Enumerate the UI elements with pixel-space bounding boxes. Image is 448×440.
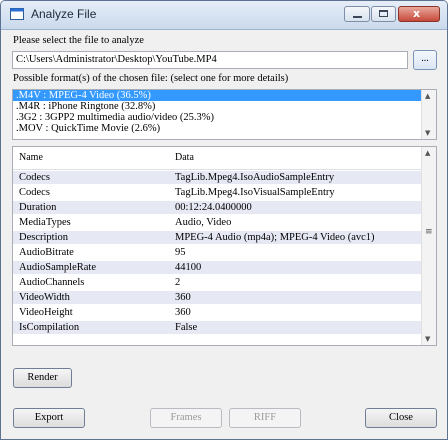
cell-name: Codecs (19, 172, 50, 183)
grid-header: Name Data (13, 147, 423, 170)
file-select-label: Please select the file to analyze (13, 35, 144, 46)
cell-data: 95 (175, 247, 186, 258)
cell-data: Audio, Video (175, 217, 232, 228)
cell-name: MediaTypes (19, 217, 71, 228)
minimize-icon (353, 16, 362, 18)
cell-data: False (175, 322, 198, 333)
table-row[interactable]: AudioSampleRate 44100 (13, 261, 423, 274)
column-header-name[interactable]: Name (19, 152, 43, 163)
analyze-file-window: Analyze File x Please select the file to… (0, 0, 448, 440)
cell-name: Duration (19, 202, 57, 213)
close-icon: x (413, 7, 421, 20)
details-grid: Name Data Codecs TagLib.Mpeg4.IsoAudioSam… (12, 146, 437, 346)
cell-name: Codecs (19, 187, 50, 198)
cell-data: TagLib.Mpeg4.IsoAudioSampleEntry (175, 172, 335, 183)
formats-list[interactable]: .M4V : MPEG-4 Video (36.5%) .M4R : iPhon… (12, 89, 437, 140)
format-item[interactable]: .M4R : iPhone Ringtone (32.8%) (13, 101, 421, 112)
scroll-down-icon[interactable]: ▼ (425, 335, 430, 343)
table-row[interactable]: VideoWidth 360 (13, 291, 423, 304)
table-row[interactable]: Codecs TagLib.Mpeg4.IsoAudioSampleEntry (13, 171, 423, 184)
cell-name: VideoWidth (19, 292, 70, 303)
cell-data: 2 (175, 277, 181, 288)
cell-data: 44100 (175, 262, 202, 273)
scroll-down-icon[interactable]: ▼ (425, 129, 430, 137)
scroll-up-icon[interactable]: ▲ (425, 92, 430, 100)
table-row[interactable]: Duration 00:12:24.0400000 (13, 201, 423, 214)
formats-label: Possible format(s) of the chosen file: (… (13, 73, 289, 84)
column-header-data[interactable]: Data (175, 152, 194, 163)
table-row[interactable]: AudioChannels 2 (13, 276, 423, 289)
cell-name: AudioSampleRate (19, 262, 96, 273)
app-window-icon (10, 8, 24, 20)
close-button[interactable]: Close (365, 408, 437, 428)
cell-name: Description (19, 232, 68, 243)
minimize-button[interactable] (344, 6, 370, 22)
format-item[interactable]: .MOV : QuickTime Movie (2.6%) (13, 123, 421, 134)
scroll-thumb-grip-icon[interactable]: ≡ (425, 227, 433, 237)
table-row[interactable]: MediaTypes Audio, Video (13, 216, 423, 229)
maximize-icon (379, 10, 388, 17)
cell-name: AudioBitrate (19, 247, 74, 258)
cell-data: 00:12:24.0400000 (175, 202, 252, 213)
format-item-selected[interactable]: .M4V : MPEG-4 Video (36.5%) (13, 90, 421, 101)
title-bar: Analyze File x (1, 1, 447, 30)
browse-button[interactable]: ... (413, 50, 437, 70)
formats-scrollbar[interactable]: ▲ ▼ (421, 90, 436, 139)
export-button[interactable]: Export (13, 408, 85, 428)
riff-button[interactable]: RIFF (229, 408, 301, 428)
cell-data: MPEG-4 Audio (mp4a); MPEG-4 Video (avc1) (175, 232, 375, 243)
table-row[interactable]: Description MPEG-4 Audio (mp4a); MPEG-4 V… (13, 231, 423, 244)
cell-data: 360 (175, 307, 191, 318)
table-row[interactable]: IsCompilation False (13, 321, 423, 334)
cell-name: IsCompilation (19, 322, 80, 333)
table-row[interactable]: AudioBitrate 95 (13, 246, 423, 259)
table-row[interactable]: VideoHeight 360 (13, 306, 423, 319)
cell-data: TagLib.Mpeg4.IsoVisualSampleEntry (175, 187, 335, 198)
cell-name: VideoHeight (19, 307, 73, 318)
maximize-button[interactable] (371, 6, 396, 22)
close-window-button[interactable]: x (398, 6, 440, 22)
cell-data: 360 (175, 292, 191, 303)
format-item[interactable]: .3G2 : 3GPP2 multimedia audio/video (25.… (13, 112, 421, 123)
scroll-up-icon[interactable]: ▲ (425, 149, 430, 157)
frames-button[interactable]: Frames (150, 408, 222, 428)
file-path-input[interactable]: C:\Users\Administrator\Desktop\YouTube.M… (12, 51, 408, 69)
window-title: Analyze File (31, 7, 97, 21)
table-row[interactable]: Codecs TagLib.Mpeg4.IsoVisualSampleEntry (13, 186, 423, 199)
render-button[interactable]: Render (13, 368, 72, 388)
grid-scrollbar[interactable]: ▲ ≡ ▼ (421, 147, 436, 345)
cell-name: AudioChannels (19, 277, 85, 288)
